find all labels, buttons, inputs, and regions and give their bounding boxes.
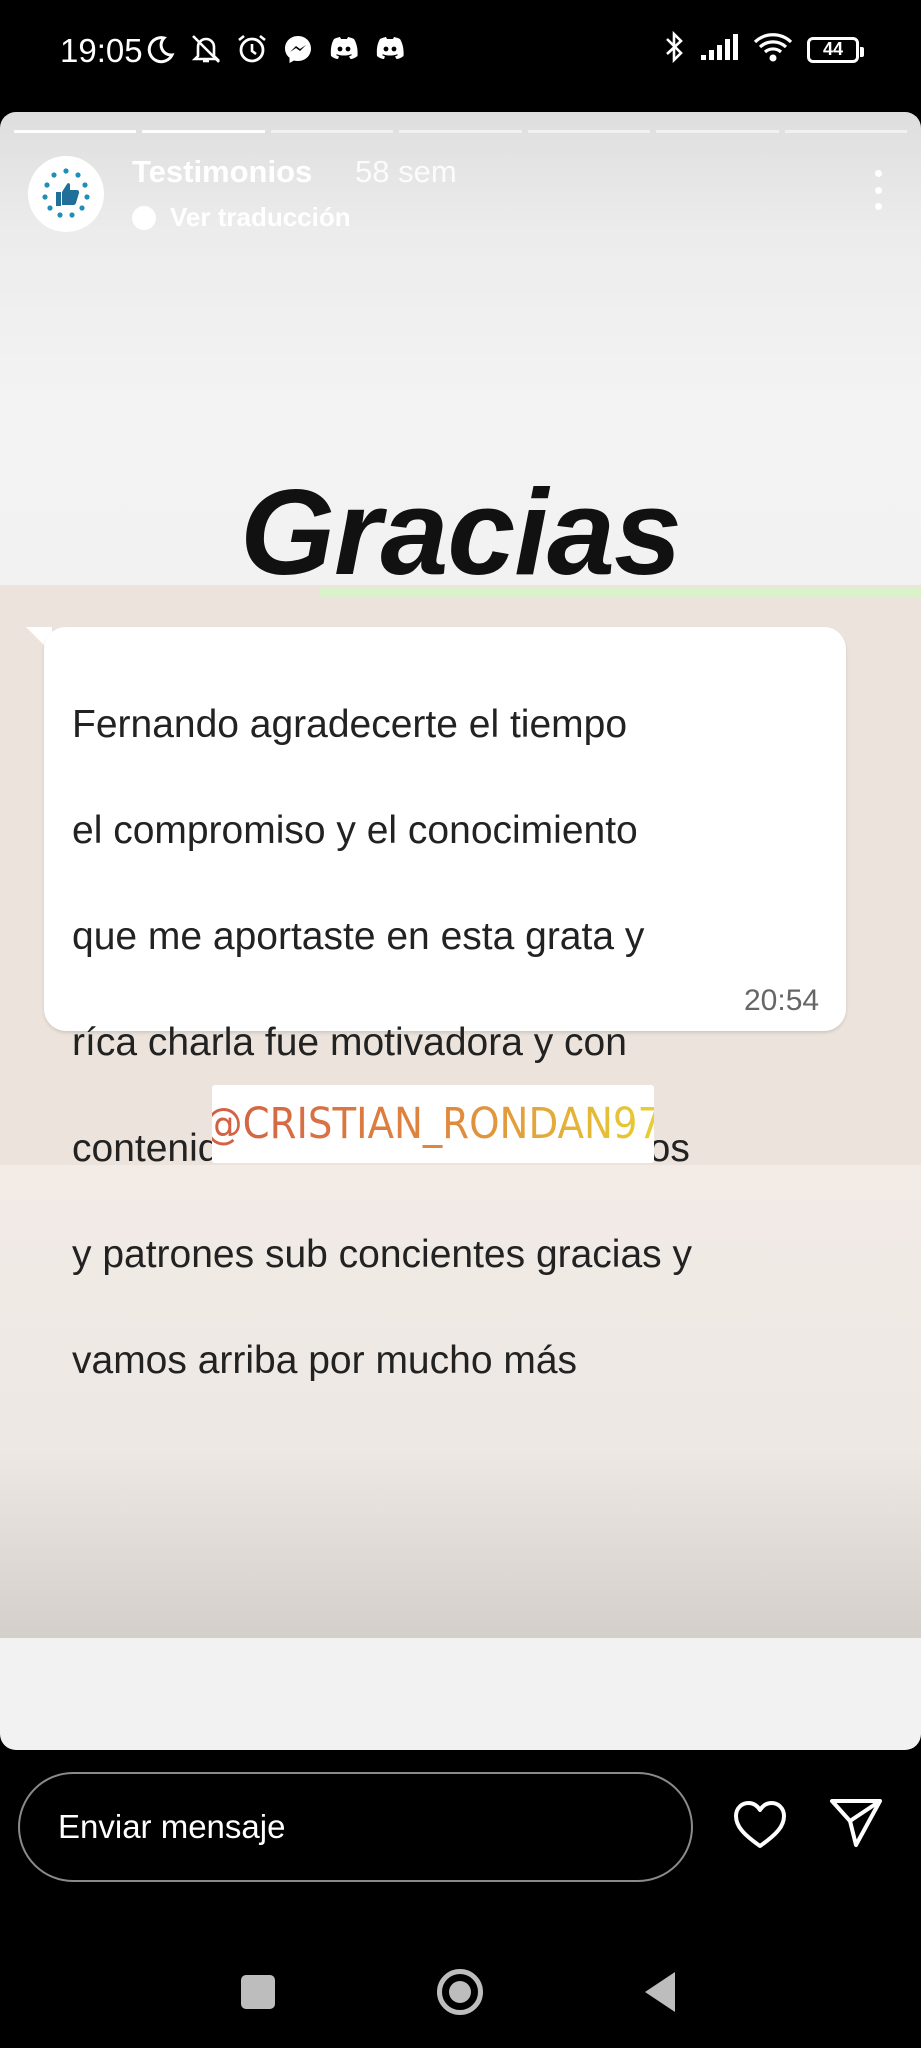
- status-bar: 19:05 44: [0, 0, 921, 104]
- discord-icon: [327, 30, 361, 68]
- battery-indicator: 44: [807, 36, 864, 63]
- messenger-icon: [281, 30, 315, 68]
- translate-icon: [132, 205, 156, 230]
- post-time: 58 sem: [355, 154, 457, 189]
- system-icons: 44: [663, 30, 864, 69]
- heart-icon[interactable]: [731, 1796, 789, 1854]
- moon-icon: [143, 30, 177, 68]
- see-translation-button[interactable]: Ver traducción: [132, 202, 351, 233]
- message-line: y patrones sub concientes gracias y: [72, 1233, 693, 1276]
- progress-segment: [270, 130, 394, 133]
- progress-segment: [14, 130, 137, 133]
- account-name[interactable]: Testimonios: [132, 154, 312, 190]
- avatar[interactable]: [28, 156, 104, 232]
- message-line: Fernando agradecerte el tiempo: [72, 703, 628, 746]
- progress-segment: [656, 130, 779, 133]
- wifi-icon: [753, 31, 793, 68]
- progress-segment: [399, 130, 522, 133]
- message-line: ríca charla fue motivadora y con: [72, 1021, 627, 1064]
- send-message-placeholder: Enviar mensaje: [58, 1808, 286, 1845]
- alarm-icon: [235, 30, 269, 68]
- battery-level: 44: [822, 39, 844, 59]
- send-message-input[interactable]: Enviar mensaje: [18, 1772, 693, 1882]
- thumbs-up-stars-icon: [42, 168, 90, 218]
- notification-icons: [143, 30, 407, 68]
- more-options-icon[interactable]: [873, 170, 883, 210]
- story-progress: [14, 130, 907, 133]
- message-text: Fernando agradecerte el tiempo el compro…: [72, 645, 812, 1440]
- message-line: el compromiso y el conocimiento: [72, 809, 638, 852]
- notifications-off-icon: [189, 30, 223, 68]
- back-icon[interactable]: [645, 1972, 675, 2012]
- mention-sticker[interactable]: @CRISTIAN_RONDAN97: [204, 1085, 662, 1163]
- message-time: 20:54: [744, 984, 820, 1017]
- bluetooth-icon: [663, 30, 685, 69]
- story-headline: Gracias: [240, 464, 682, 600]
- progress-segment: [784, 130, 907, 133]
- send-icon[interactable]: [826, 1793, 886, 1853]
- discord-icon: [373, 30, 407, 68]
- progress-segment: [142, 130, 265, 133]
- home-icon[interactable]: [437, 1969, 483, 2015]
- progress-segment: [527, 130, 651, 133]
- recents-icon[interactable]: [241, 1975, 275, 2009]
- see-translation-label: Ver traducción: [170, 202, 351, 232]
- signal-icon: [699, 33, 739, 66]
- clock: 19:05: [60, 32, 143, 69]
- message-line: vamos arriba por mucho más: [72, 1339, 578, 1382]
- message-line: que me aportaste en esta grata y: [72, 915, 645, 958]
